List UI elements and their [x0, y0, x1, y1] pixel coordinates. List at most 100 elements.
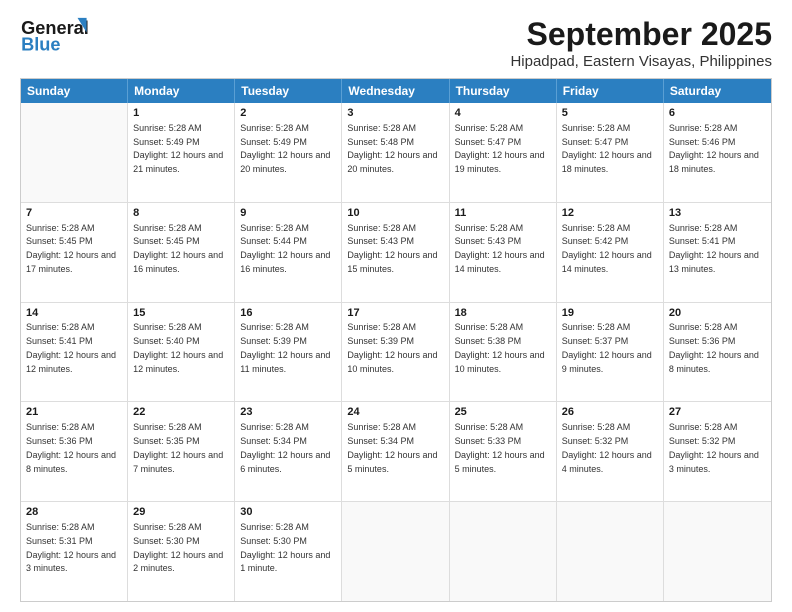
day-number: 3: [347, 106, 443, 121]
day-number: 23: [240, 405, 336, 420]
day-number: 26: [562, 405, 658, 420]
cell-info: Sunrise: 5:28 AMSunset: 5:38 PMDaylight:…: [455, 322, 545, 373]
cal-cell: 15Sunrise: 5:28 AMSunset: 5:40 PMDayligh…: [128, 303, 235, 402]
cal-cell: 21Sunrise: 5:28 AMSunset: 5:36 PMDayligh…: [21, 402, 128, 501]
cal-row-3: 21Sunrise: 5:28 AMSunset: 5:36 PMDayligh…: [21, 402, 771, 502]
day-number: 11: [455, 206, 551, 221]
cell-info: Sunrise: 5:28 AMSunset: 5:36 PMDaylight:…: [669, 322, 759, 373]
cal-cell: [342, 502, 449, 601]
cal-cell: [450, 502, 557, 601]
cal-row-0: 1 Sunrise: 5:28 AMSunset: 5:49 PMDaylight…: [21, 103, 771, 203]
cell-info: Sunrise: 5:28 AMSunset: 5:32 PMDaylight:…: [669, 422, 759, 473]
cell-info: Sunrise: 5:28 AMSunset: 5:39 PMDaylight:…: [240, 322, 330, 373]
header-saturday: Saturday: [664, 79, 771, 103]
cell-info: Sunrise: 5:28 AMSunset: 5:37 PMDaylight:…: [562, 322, 652, 373]
cell-info: Sunrise: 5:28 AMSunset: 5:34 PMDaylight:…: [240, 422, 330, 473]
header-tuesday: Tuesday: [235, 79, 342, 103]
day-number: 28: [26, 505, 122, 520]
title-section: September 2025 Hipadpad, Eastern Visayas…: [510, 16, 772, 70]
header-sunday: Sunday: [21, 79, 128, 103]
day-number: 5: [562, 106, 658, 121]
day-number: 12: [562, 206, 658, 221]
cell-info: Sunrise: 5:28 AMSunset: 5:44 PMDaylight:…: [240, 223, 330, 274]
cell-info: Sunrise: 5:28 AMSunset: 5:35 PMDaylight:…: [133, 422, 223, 473]
cell-info: Sunrise: 5:28 AMSunset: 5:36 PMDaylight:…: [26, 422, 116, 473]
svg-text:Blue: Blue: [21, 35, 60, 55]
day-number: 15: [133, 306, 229, 321]
logo: General Blue: [20, 16, 100, 61]
cell-info: Sunrise: 5:28 AMSunset: 5:40 PMDaylight:…: [133, 322, 223, 373]
day-number: 30: [240, 505, 336, 520]
day-number: 24: [347, 405, 443, 420]
cell-info: Sunrise: 5:28 AMSunset: 5:43 PMDaylight:…: [347, 223, 437, 274]
cal-row-4: 28Sunrise: 5:28 AMSunset: 5:31 PMDayligh…: [21, 502, 771, 601]
cal-cell: 23 Sunrise: 5:28 AMSunset: 5:34 PMDayligh…: [235, 402, 342, 501]
day-number: 10: [347, 206, 443, 221]
cell-info: Sunrise: 5:28 AMSunset: 5:47 PMDaylight:…: [455, 123, 545, 174]
cal-cell: 16Sunrise: 5:28 AMSunset: 5:39 PMDayligh…: [235, 303, 342, 402]
cal-cell: 18Sunrise: 5:28 AMSunset: 5:38 PMDayligh…: [450, 303, 557, 402]
day-number: 9: [240, 206, 336, 221]
day-number: 29: [133, 505, 229, 520]
day-number: 25: [455, 405, 551, 420]
cal-cell: 28Sunrise: 5:28 AMSunset: 5:31 PMDayligh…: [21, 502, 128, 601]
cal-cell: [664, 502, 771, 601]
day-number: 1: [133, 106, 229, 121]
cal-cell: 29 Sunrise: 5:28 AMSunset: 5:30 PMDayligh…: [128, 502, 235, 601]
cal-cell: 30 Sunrise: 5:28 AMSunset: 5:30 PMDayligh…: [235, 502, 342, 601]
day-number: 19: [562, 306, 658, 321]
cal-cell: 26 Sunrise: 5:28 AMSunset: 5:32 PMDayligh…: [557, 402, 664, 501]
day-number: 4: [455, 106, 551, 121]
cal-cell: 13 Sunrise: 5:28 AMSunset: 5:41 PMDayligh…: [664, 203, 771, 302]
cell-info: Sunrise: 5:28 AMSunset: 5:47 PMDaylight:…: [562, 123, 652, 174]
day-number: 27: [669, 405, 766, 420]
cell-info: Sunrise: 5:28 AMSunset: 5:30 PMDaylight:…: [240, 522, 330, 573]
cal-cell: 14Sunrise: 5:28 AMSunset: 5:41 PMDayligh…: [21, 303, 128, 402]
cell-info: Sunrise: 5:28 AMSunset: 5:32 PMDaylight:…: [562, 422, 652, 473]
cal-cell: 17Sunrise: 5:28 AMSunset: 5:39 PMDayligh…: [342, 303, 449, 402]
cell-info: Sunrise: 5:28 AMSunset: 5:42 PMDaylight:…: [562, 223, 652, 274]
cal-cell: 6Sunrise: 5:28 AMSunset: 5:46 PMDaylight…: [664, 103, 771, 202]
cal-cell: 3 Sunrise: 5:28 AMSunset: 5:48 PMDaylight…: [342, 103, 449, 202]
header-friday: Friday: [557, 79, 664, 103]
day-number: 13: [669, 206, 766, 221]
cal-cell: 5 Sunrise: 5:28 AMSunset: 5:47 PMDaylight…: [557, 103, 664, 202]
cell-info: Sunrise: 5:28 AMSunset: 5:34 PMDaylight:…: [347, 422, 437, 473]
logo-svg: General Blue: [20, 16, 95, 56]
day-number: 14: [26, 306, 122, 321]
cal-row-2: 14Sunrise: 5:28 AMSunset: 5:41 PMDayligh…: [21, 303, 771, 403]
cell-info: Sunrise: 5:28 AMSunset: 5:39 PMDaylight:…: [347, 322, 437, 373]
cell-info: Sunrise: 5:28 AMSunset: 5:45 PMDaylight:…: [26, 223, 116, 274]
day-number: 7: [26, 206, 122, 221]
cal-cell: 9 Sunrise: 5:28 AMSunset: 5:44 PMDaylight…: [235, 203, 342, 302]
cell-info: Sunrise: 5:28 AMSunset: 5:41 PMDaylight:…: [669, 223, 759, 274]
cal-cell: 25Sunrise: 5:28 AMSunset: 5:33 PMDayligh…: [450, 402, 557, 501]
header-wednesday: Wednesday: [342, 79, 449, 103]
cal-cell: 19Sunrise: 5:28 AMSunset: 5:37 PMDayligh…: [557, 303, 664, 402]
header: General Blue September 2025 Hipadpad, Ea…: [20, 16, 772, 70]
cal-cell: 4 Sunrise: 5:28 AMSunset: 5:47 PMDaylight…: [450, 103, 557, 202]
cell-info: Sunrise: 5:28 AMSunset: 5:48 PMDaylight:…: [347, 123, 437, 174]
day-number: 8: [133, 206, 229, 221]
cal-cell: 24 Sunrise: 5:28 AMSunset: 5:34 PMDayligh…: [342, 402, 449, 501]
calendar-header: Sunday Monday Tuesday Wednesday Thursday…: [21, 79, 771, 103]
day-number: 17: [347, 306, 443, 321]
cal-cell: 8 Sunrise: 5:28 AMSunset: 5:45 PMDaylight…: [128, 203, 235, 302]
header-monday: Monday: [128, 79, 235, 103]
cal-cell: 7 Sunrise: 5:28 AMSunset: 5:45 PMDaylight…: [21, 203, 128, 302]
day-number: 20: [669, 306, 766, 321]
header-thursday: Thursday: [450, 79, 557, 103]
cal-cell: 27 Sunrise: 5:28 AMSunset: 5:32 PMDayligh…: [664, 402, 771, 501]
cal-cell: 22 Sunrise: 5:28 AMSunset: 5:35 PMDayligh…: [128, 402, 235, 501]
cell-info: Sunrise: 5:28 AMSunset: 5:49 PMDaylight:…: [133, 123, 223, 174]
calendar: Sunday Monday Tuesday Wednesday Thursday…: [20, 78, 772, 602]
cell-info: Sunrise: 5:28 AMSunset: 5:49 PMDaylight:…: [240, 123, 330, 174]
cell-info: Sunrise: 5:28 AMSunset: 5:30 PMDaylight:…: [133, 522, 223, 573]
cell-info: Sunrise: 5:28 AMSunset: 5:45 PMDaylight:…: [133, 223, 223, 274]
day-number: 22: [133, 405, 229, 420]
cal-cell: [21, 103, 128, 202]
cell-info: Sunrise: 5:28 AMSunset: 5:41 PMDaylight:…: [26, 322, 116, 373]
day-number: 16: [240, 306, 336, 321]
cell-info: Sunrise: 5:28 AMSunset: 5:43 PMDaylight:…: [455, 223, 545, 274]
cell-info: Sunrise: 5:28 AMSunset: 5:46 PMDaylight:…: [669, 123, 759, 174]
